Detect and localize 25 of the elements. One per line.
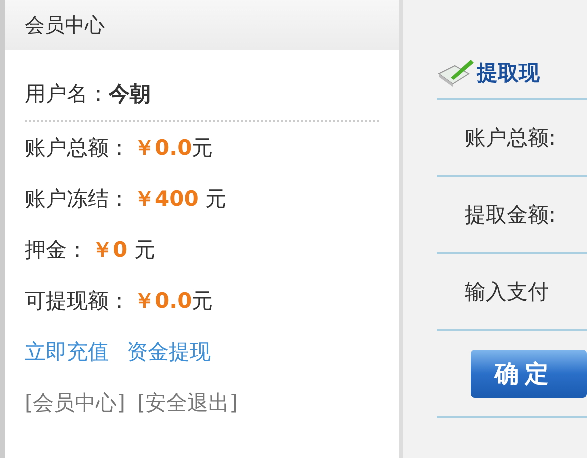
notepad-pencil-icon: [437, 58, 477, 88]
balance-label: 账户总额：: [25, 134, 130, 162]
balance-amount: ￥0.0: [134, 134, 192, 162]
action-link[interactable]: 立即充值: [25, 338, 109, 366]
footer-link[interactable]: [安全退出]: [137, 388, 238, 416]
currency-unit: 元: [204, 186, 227, 212]
sidebar-title: 会员中心: [25, 12, 105, 38]
field-label: 账户总额:: [465, 124, 556, 152]
balance-amount: ￥0: [92, 236, 128, 264]
currency-unit: 元: [192, 134, 214, 162]
username-label: 用户名：: [25, 82, 109, 106]
withdraw-title: 提取现: [477, 60, 540, 87]
currency-unit: 元: [192, 288, 214, 314]
balance-label: 可提现额：: [25, 288, 130, 314]
balance-amount: ￥0.0: [134, 288, 192, 314]
field-label: 输入支付: [465, 278, 549, 306]
confirm-button[interactable]: 确定: [471, 350, 587, 398]
field-label: 提取金额:: [465, 202, 556, 228]
balance-label: 账户冻结：: [25, 186, 130, 212]
currency-unit: 元: [133, 236, 156, 264]
footer-link[interactable]: [会员中心]: [25, 388, 126, 416]
balance-label: 押金：: [25, 236, 88, 264]
username-value: 今朝: [109, 82, 151, 106]
balance-amount: ￥400: [134, 186, 199, 212]
action-link[interactable]: 资金提现: [127, 338, 211, 366]
